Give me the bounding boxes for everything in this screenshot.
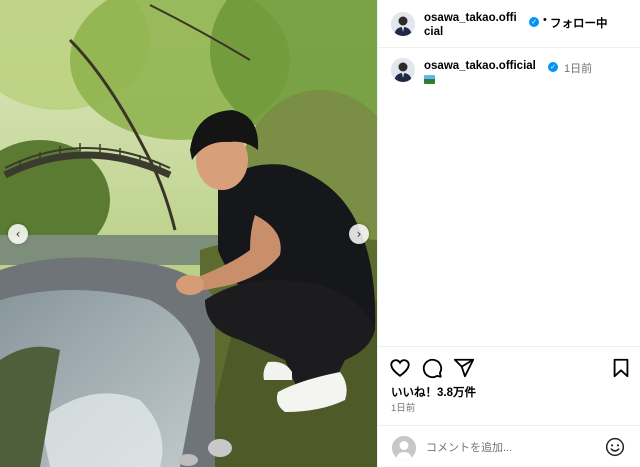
header-username[interactable]: osawa_takao.official [424, 11, 522, 39]
separator-dot: • [543, 14, 547, 26]
chevron-right-icon: › [356, 227, 362, 241]
comment-input[interactable] [426, 440, 596, 456]
carousel-next-button[interactable]: › [349, 224, 369, 244]
chevron-left-icon: ‹ [15, 227, 21, 241]
profile-photo-icon [391, 12, 415, 36]
verified-badge-icon: ✓ [548, 62, 558, 72]
post-photo[interactable]: ‹ › [0, 0, 377, 467]
comment-composer [378, 425, 640, 467]
heart-icon[interactable] [389, 357, 411, 379]
comment-icon[interactable] [421, 357, 443, 379]
post-timestamp[interactable]: 1日前 [391, 400, 415, 414]
carousel-prev-button[interactable]: ‹ [8, 224, 28, 244]
following-button[interactable]: フォロー中 [550, 15, 608, 31]
like-count[interactable]: いいね！3.8万件 [391, 384, 476, 400]
share-icon[interactable] [453, 357, 475, 379]
bookmark-icon[interactable] [610, 357, 632, 379]
post-actions: いいね！3.8万件 1日前 [378, 346, 640, 414]
current-user-avatar [392, 436, 416, 460]
forest-river-photo [0, 0, 377, 467]
post-side-panel: osawa_takao.official ✓ • フォロー中 osawa_tak… [377, 0, 640, 467]
caption-username[interactable]: osawa_takao.official [424, 60, 536, 72]
profile-photo-icon [391, 58, 415, 82]
caption-timestamp[interactable]: 1日前 [564, 60, 592, 76]
caption-avatar[interactable] [391, 58, 415, 82]
landscape-emoji-icon [424, 75, 435, 84]
avatar[interactable] [391, 12, 415, 36]
post-header: osawa_takao.official ✓ • フォロー中 [378, 0, 640, 48]
emoji-icon[interactable] [605, 437, 625, 457]
default-user-icon [392, 436, 416, 460]
verified-badge-icon: ✓ [529, 17, 539, 27]
